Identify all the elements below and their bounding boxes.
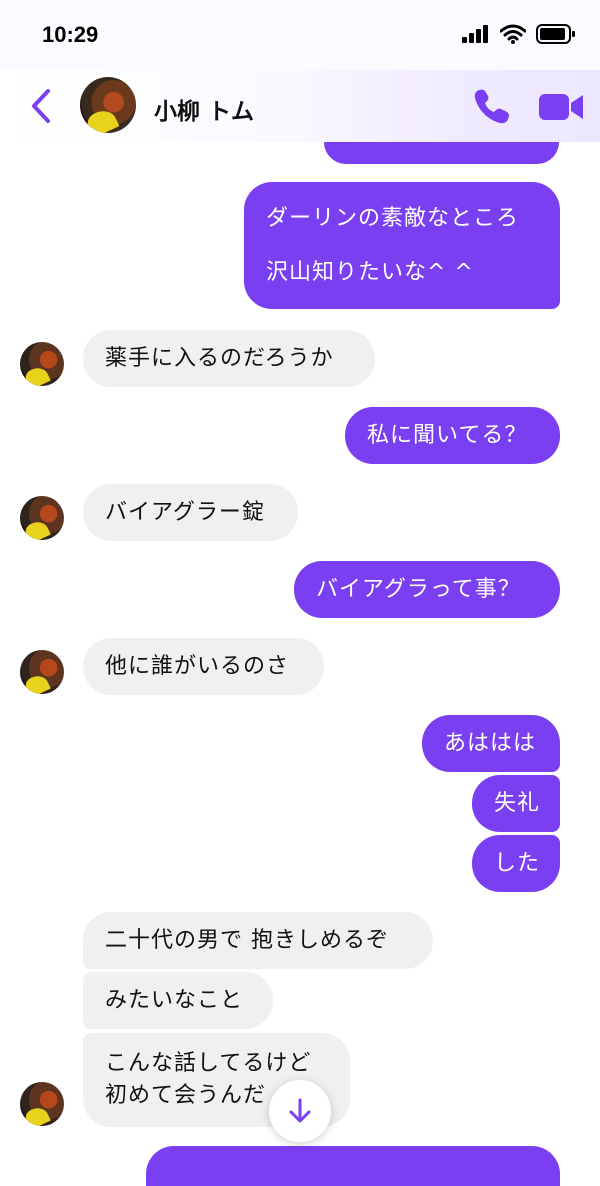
message-text: 失礼 [494,790,541,816]
status-bar: 10:29 [0,0,600,70]
contact-avatar[interactable] [80,77,136,133]
message-bubble-cutoff[interactable] [146,1146,560,1186]
message-text: 初めて会うんだ [105,1083,267,1108]
message-bubble-incoming[interactable]: 二十代の男で 抱きしめるぞ [83,912,433,969]
contact-avatar[interactable] [20,1082,64,1126]
message-text: みたいなこと [105,987,244,1013]
wifi-icon [500,24,526,44]
message-text: あははは [444,730,537,756]
contact-avatar[interactable] [20,650,64,694]
phone-icon[interactable] [470,86,512,128]
message-bubble-outgoing[interactable]: あははは [422,715,560,772]
status-time: 10:29 [42,22,99,47]
contact-name[interactable]: 小柳 トム [154,92,254,126]
scroll-to-bottom-button[interactable] [269,1080,331,1142]
message-bubble-outgoing[interactable]: 私に聞いてる？ [345,407,560,464]
battery-icon [536,24,575,44]
message-text: した [494,850,541,876]
message-text: 他に誰がいるのさ [105,653,290,679]
message-text: こんな話してるけど [105,1051,312,1076]
message-text: ダーリンの素敵なところ [266,205,520,231]
video-camera-icon[interactable] [538,88,584,126]
chevron-left-icon[interactable] [26,86,56,126]
message-bubble-incoming[interactable]: 他に誰がいるのさ [83,638,324,695]
message-text: バイアグラー錠 [105,499,265,525]
message-text: 私に聞いてる？ [367,422,528,448]
message-bubble-incoming[interactable]: バイアグラー錠 [83,484,298,541]
message-bubble-outgoing[interactable]: ダーリンの素敵なところ 沢山知りたいな^ ^ [244,182,560,309]
contact-avatar[interactable] [20,342,64,386]
message-text: 二十代の男で 抱きしめるぞ [105,927,389,953]
message-bubble-incoming[interactable]: 薬手に入るのだろうか [83,330,375,387]
cellular-signal-icon [462,25,488,43]
message-text: 薬手に入るのだろうか [105,345,334,371]
message-text: 沢山知りたいな^ ^ [266,259,474,285]
chat-thread[interactable]: ダーリンの素敵なところ 沢山知りたいな^ ^ 薬手に入るのだろうか 私に聞いてる… [0,0,600,1186]
message-bubble-outgoing[interactable]: した [472,835,560,892]
message-bubble-outgoing[interactable]: バイアグラって事？ [294,561,560,618]
contact-avatar[interactable] [20,496,64,540]
chat-header: 小柳 トム [0,70,600,142]
message-text: バイアグラって事？ [316,576,521,602]
message-bubble-incoming[interactable]: みたいなこと [83,972,273,1029]
arrow-down-icon [289,1098,311,1123]
message-bubble-outgoing[interactable]: 失礼 [472,775,560,832]
